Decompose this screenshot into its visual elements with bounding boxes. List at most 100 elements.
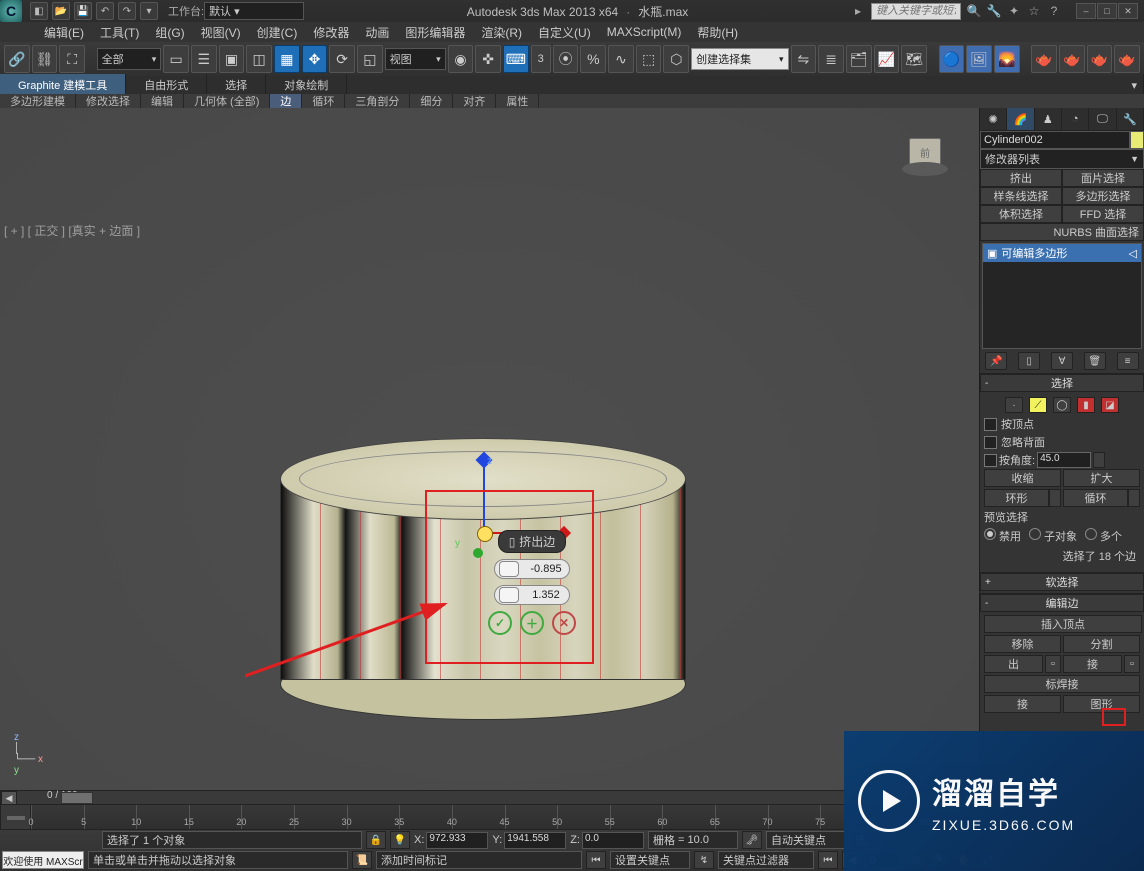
stack-pin-icon[interactable]: 📌 xyxy=(985,352,1007,370)
menu-render[interactable]: 渲染(R) xyxy=(477,22,526,43)
axon-icon[interactable]: ⬡ xyxy=(663,45,689,73)
btn-vol-select[interactable]: 体积选择 xyxy=(980,205,1062,223)
key-filter-button[interactable]: 关键点过滤器 xyxy=(718,851,814,869)
bridge-button[interactable]: 接 xyxy=(984,695,1061,713)
menu-modifiers[interactable]: 修改器 xyxy=(309,22,353,43)
add-time-tag[interactable]: 添加时间标记 xyxy=(376,851,582,869)
spinner-snap-icon[interactable]: ∿ xyxy=(608,45,634,73)
preview-sub-radio[interactable] xyxy=(1029,528,1041,540)
remove-button[interactable]: 移除 xyxy=(984,635,1061,653)
viewcube-ring[interactable] xyxy=(902,162,948,176)
subtab-loop[interactable]: 循环 xyxy=(302,94,345,108)
coord-x-field[interactable]: 972.933 xyxy=(426,832,488,849)
subtab-subdiv[interactable]: 细分 xyxy=(410,94,453,108)
minimize-button[interactable]: – xyxy=(1076,3,1096,19)
ring-button[interactable]: 环形 xyxy=(984,489,1049,507)
mirror-icon[interactable]: ⇋ xyxy=(791,45,817,73)
render-teapot1-icon[interactable]: 🫖 xyxy=(1031,45,1057,73)
menu-tools[interactable]: 工具(T) xyxy=(96,22,143,43)
ring-spinner[interactable] xyxy=(1049,489,1061,507)
render-teapot4-icon[interactable]: 🫖 xyxy=(1114,45,1140,73)
render-teapot2-icon[interactable]: 🫖 xyxy=(1059,45,1085,73)
subtab-tri[interactable]: 三角剖分 xyxy=(345,94,410,108)
timeline[interactable]: 051015202530354045505560657075808590 xyxy=(30,804,979,832)
align-icon[interactable]: ≣ xyxy=(818,45,844,73)
render-setup-icon[interactable]: 🖼 xyxy=(966,45,992,73)
menu-create[interactable]: 创建(C) xyxy=(253,22,302,43)
subtab-mod-sel[interactable]: 修改选择 xyxy=(76,94,141,108)
insert-vertex-button[interactable]: 插入顶点 xyxy=(984,615,1142,633)
snap-3d-icon[interactable]: 3 xyxy=(531,45,551,73)
autokey-button[interactable]: 自动关键点 xyxy=(766,831,846,849)
so-vertex-icon[interactable]: · xyxy=(1005,397,1023,413)
so-element-icon[interactable]: ◪ xyxy=(1101,397,1119,413)
isolate-icon[interactable]: 💡 xyxy=(390,831,410,849)
qat-new-icon[interactable]: ◧ xyxy=(30,2,48,20)
subtab-props[interactable]: 属性 xyxy=(496,94,539,108)
cp-tab-hierarchy-icon[interactable]: ♟ xyxy=(1035,108,1062,130)
lock-icon[interactable]: 🔒 xyxy=(366,831,386,849)
cp-tab-motion-icon[interactable]: ◔ xyxy=(1062,108,1089,130)
btn-ffd-select[interactable]: FFD 选择 xyxy=(1062,205,1144,223)
ignore-backface-check[interactable] xyxy=(984,436,997,449)
comm-icon[interactable]: 🔧 xyxy=(987,4,1001,18)
pivot-icon[interactable]: ◉ xyxy=(448,45,474,73)
help-icon[interactable]: ? xyxy=(1047,4,1061,18)
object-name-field[interactable] xyxy=(980,131,1130,149)
stack-expand-icon[interactable]: ▣ xyxy=(987,247,997,260)
preview-multi-radio[interactable] xyxy=(1085,528,1097,540)
btn-spline-select[interactable]: 样条线选择 xyxy=(980,187,1062,205)
rendered-frame-icon[interactable]: 🌄 xyxy=(994,45,1020,73)
modifier-stack[interactable]: ▣可编辑多边形 ◁ xyxy=(982,243,1142,349)
coord-y-field[interactable]: 1941.558 xyxy=(504,832,566,849)
menu-maxscript[interactable]: MAXScript(M) xyxy=(603,23,686,41)
cp-tab-modify-icon[interactable]: 🌈 xyxy=(1007,108,1034,130)
close-button[interactable]: ✕ xyxy=(1118,3,1138,19)
keymode-icon[interactable]: ↯ xyxy=(694,851,714,869)
subtab-edit[interactable]: 编辑 xyxy=(141,94,184,108)
stack-remove-icon[interactable]: 🗑 xyxy=(1084,352,1106,370)
favorite-icon[interactable]: ☆ xyxy=(1027,4,1041,18)
object-color-swatch[interactable] xyxy=(1130,131,1144,149)
split-button[interactable]: 分割 xyxy=(1063,635,1140,653)
target-weld-button[interactable]: 标焊接 xyxy=(984,675,1140,693)
ribbon-collapse-icon[interactable]: ▾ xyxy=(1125,74,1144,96)
play-start-icon[interactable]: ⏮ xyxy=(586,851,606,869)
select-name-icon[interactable]: ☰ xyxy=(191,45,217,73)
stack-editable-poly[interactable]: ▣可编辑多边形 ◁ xyxy=(983,244,1141,262)
workspace-select[interactable]: 默认 ▾ xyxy=(204,2,304,20)
subtab-geom-all[interactable]: 几何体 (全部) xyxy=(184,94,270,108)
loop-spinner[interactable] xyxy=(1128,489,1140,507)
unlink-icon[interactable]: ⛓ xyxy=(32,45,58,73)
qat-undo-icon[interactable]: ↶ xyxy=(96,2,114,20)
preview-off-radio[interactable] xyxy=(984,528,996,540)
bind-icon[interactable]: ⛶ xyxy=(59,45,85,73)
profile-button[interactable]: 图形 xyxy=(1063,695,1140,713)
extrude-button[interactable]: 出 xyxy=(984,655,1043,673)
paint-select-icon[interactable]: ▦ xyxy=(274,45,300,73)
ribbon-tab-paint[interactable]: 对象绘制 xyxy=(266,74,347,96)
percent-snap-icon[interactable]: % xyxy=(580,45,606,73)
extrude-settings-button[interactable]: ▫ xyxy=(1045,655,1061,673)
maxscript-welcome[interactable]: 欢迎使用 MAXScr xyxy=(2,851,84,869)
grow-button[interactable]: 扩大 xyxy=(1063,469,1140,487)
rectangle-region-icon[interactable]: ▣ xyxy=(219,45,245,73)
menu-help[interactable]: 帮助(H) xyxy=(693,22,742,43)
rollout-selection-header[interactable]: -选择 xyxy=(980,374,1144,392)
setkey-button[interactable]: 设置关键点 xyxy=(610,851,690,869)
selection-filter[interactable]: 全部 ▾ xyxy=(97,48,162,70)
menu-animation[interactable]: 动画 xyxy=(361,22,393,43)
keyboard-shortcut-icon[interactable]: ⌨ xyxy=(503,45,529,73)
script-icon[interactable]: 📜 xyxy=(352,851,372,869)
viewport-label[interactable]: [ + ] [ 正交 ] [真实 + 边面 ] xyxy=(4,222,140,239)
search-input[interactable] xyxy=(871,3,961,20)
edged-snap-icon[interactable]: ⬚ xyxy=(636,45,662,73)
rotate-icon[interactable]: ⟳ xyxy=(329,45,355,73)
soft-selection-header[interactable]: +软选择 xyxy=(980,573,1144,591)
modifier-list[interactable]: 修改器列表▼ xyxy=(980,149,1144,169)
prev-key-icon[interactable]: ⏮ xyxy=(818,851,838,869)
timeline-config-button[interactable] xyxy=(0,804,32,832)
viewcube[interactable]: 前 xyxy=(900,138,950,188)
by-vertex-check[interactable] xyxy=(984,418,997,431)
key-icon[interactable]: 🗝 xyxy=(742,831,762,849)
